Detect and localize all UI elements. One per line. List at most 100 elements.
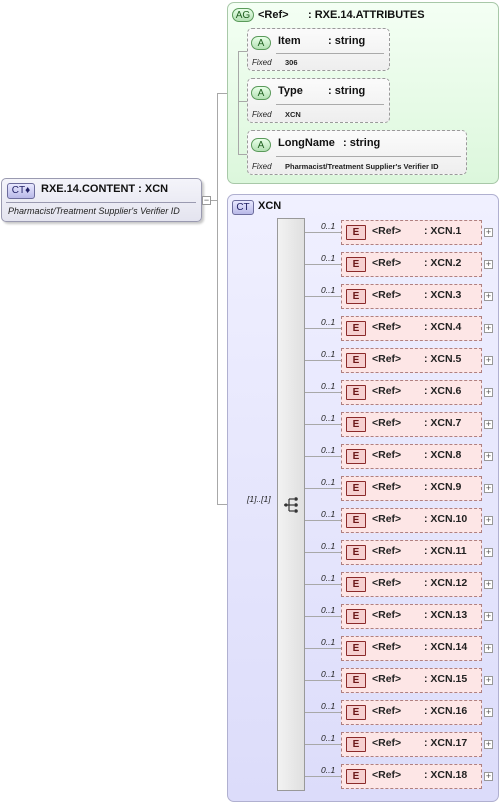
fixed-label: Fixed (252, 110, 272, 119)
element-type: : XCN.12 (424, 577, 468, 589)
expand-toggle[interactable]: + (484, 548, 493, 557)
ag-connector-2 (238, 101, 247, 102)
element-icon: E (346, 769, 366, 784)
element-type: : XCN.15 (424, 673, 468, 685)
expand-toggle[interactable]: + (484, 420, 493, 429)
root-description: Pharmacist/Treatment Supplier's Verifier… (8, 206, 180, 216)
ag-connector (238, 51, 239, 155)
expand-toggle[interactable]: + (484, 772, 493, 781)
element-occurrence: 0..1 (321, 221, 336, 231)
element-ref: <Ref> (372, 225, 402, 237)
element-type: : XCN.11 (424, 545, 467, 557)
element-icon: E (346, 481, 366, 496)
root-complex-type[interactable]: CT♦ RXE.14.CONTENT : XCN Pharmacist/Trea… (1, 178, 202, 222)
expand-toggle[interactable]: + (484, 388, 493, 397)
element-icon: E (346, 545, 366, 560)
divider (276, 104, 384, 105)
sequence-occurrence: [1]..[1] (247, 494, 271, 504)
element-type: : XCN.10 (424, 513, 468, 525)
expand-toggle[interactable]: + (484, 708, 493, 717)
element-icon: E (346, 609, 366, 624)
element-type: : XCN.17 (424, 737, 468, 749)
element-occurrence: 0..1 (321, 733, 336, 743)
element-icon: E (346, 577, 366, 592)
element-type: : XCN.1 (424, 225, 462, 237)
element-icon: E (346, 449, 366, 464)
element-connector (305, 456, 341, 457)
element-connector (305, 264, 341, 265)
fixed-value: Pharmacist/Treatment Supplier's Verifier… (285, 162, 439, 171)
complex-type-icon: CT♦ (7, 183, 35, 199)
collapse-toggle-root[interactable]: − (202, 196, 211, 205)
element-occurrence: 0..1 (321, 413, 336, 423)
expand-toggle[interactable]: + (484, 516, 493, 525)
connector-trunk (217, 93, 218, 505)
element-occurrence: 0..1 (321, 637, 336, 647)
element-connector (305, 776, 341, 777)
attribute-group-name: : RXE.14.ATTRIBUTES (308, 9, 425, 21)
element-connector (305, 520, 341, 521)
element-ref: <Ref> (372, 641, 402, 653)
element-icon: E (346, 673, 366, 688)
attribute-type: : string (328, 85, 366, 97)
attribute-group[interactable]: AG <Ref> : RXE.14.ATTRIBUTES A Item : st… (227, 2, 499, 184)
element-icon: E (346, 353, 366, 368)
expand-toggle[interactable]: + (484, 356, 493, 365)
element-icon: E (346, 737, 366, 752)
element-ref: <Ref> (372, 449, 402, 461)
attribute-name: Type (278, 85, 303, 97)
element-connector (305, 328, 341, 329)
element-occurrence: 0..1 (321, 381, 336, 391)
element-connector (305, 360, 341, 361)
ct-badge-label: CT (11, 185, 26, 196)
element-occurrence: 0..1 (321, 573, 336, 583)
element-occurrence: 0..1 (321, 317, 336, 327)
element-icon: E (346, 225, 366, 240)
element-occurrence: 0..1 (321, 541, 336, 551)
expand-toggle[interactable]: + (484, 644, 493, 653)
element-icon: E (346, 513, 366, 528)
element-type: : XCN.16 (424, 705, 468, 717)
expand-toggle[interactable]: + (484, 580, 493, 589)
element-ref: <Ref> (372, 673, 402, 685)
complex-type-icon: CT (232, 200, 254, 215)
expand-toggle[interactable]: + (484, 452, 493, 461)
element-occurrence: 0..1 (321, 605, 336, 615)
sequence-icon[interactable] (283, 496, 301, 514)
element-occurrence: 0..1 (321, 253, 336, 263)
expand-toggle[interactable]: + (484, 324, 493, 333)
element-connector (305, 232, 341, 233)
expand-toggle[interactable]: + (484, 292, 493, 301)
expand-toggle[interactable]: + (484, 612, 493, 621)
expand-toggle[interactable]: + (484, 740, 493, 749)
element-occurrence: 0..1 (321, 509, 336, 519)
attribute-name: Item (278, 35, 301, 47)
element-connector (305, 712, 341, 713)
divider (276, 156, 461, 157)
sequence-mini-icon: ♦ (25, 185, 31, 196)
element-type: : XCN.6 (424, 385, 462, 397)
expand-toggle[interactable]: + (484, 676, 493, 685)
element-occurrence: 0..1 (321, 349, 336, 359)
complex-type-name: XCN (258, 200, 282, 212)
attribute-type[interactable]: A Type : string Fixed XCN (247, 78, 390, 123)
expand-toggle[interactable]: + (484, 228, 493, 237)
attribute-group-icon: AG (232, 8, 254, 22)
divider (6, 202, 196, 203)
attribute-longname[interactable]: A LongName : string Fixed Pharmacist/Tre… (247, 130, 467, 175)
attribute-item[interactable]: A Item : string Fixed 306 (247, 28, 390, 71)
element-ref: <Ref> (372, 257, 402, 269)
element-ref: <Ref> (372, 481, 402, 493)
element-ref: <Ref> (372, 545, 402, 557)
expand-toggle[interactable]: + (484, 260, 493, 269)
element-type: : XCN.14 (424, 641, 468, 653)
element-connector (305, 648, 341, 649)
element-ref: <Ref> (372, 353, 402, 365)
expand-toggle[interactable]: + (484, 484, 493, 493)
element-connector (305, 392, 341, 393)
element-icon: E (346, 705, 366, 720)
attribute-type: : string (328, 35, 366, 47)
element-connector (305, 744, 341, 745)
element-occurrence: 0..1 (321, 701, 336, 711)
attribute-icon: A (251, 36, 271, 50)
